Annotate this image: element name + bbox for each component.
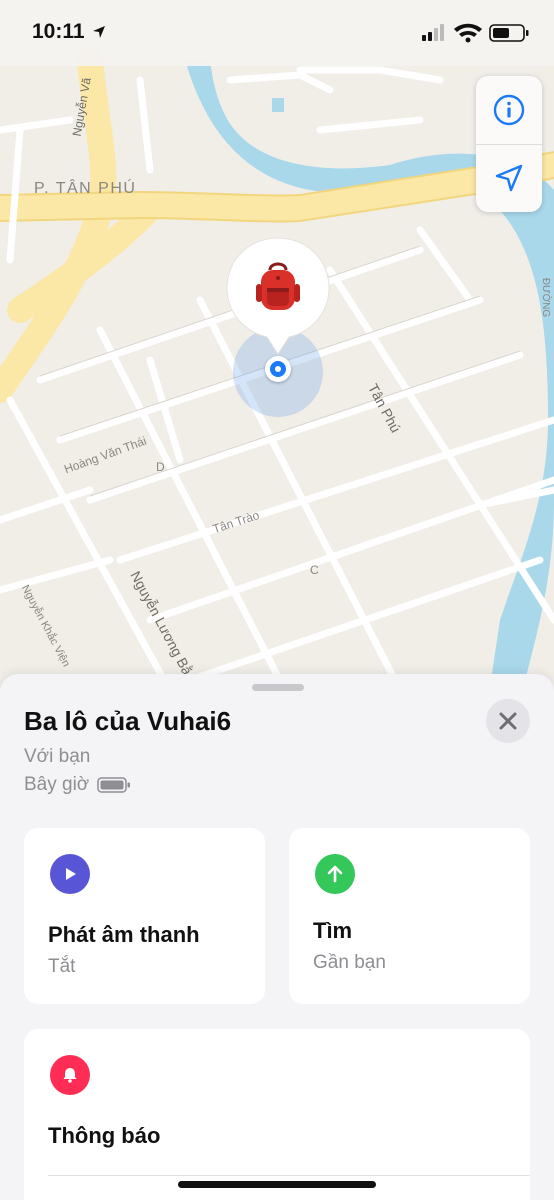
map-view[interactable]: P. TÂN PHÚ Tân Phú Hoàng Văn Thái Tân Tr…: [0, 0, 554, 700]
wifi-icon: [454, 23, 482, 43]
bell-icon: [50, 1055, 90, 1095]
pond: [272, 98, 284, 112]
status-time: 10:11: [32, 20, 85, 43]
updated-text: Bây giờ: [24, 774, 90, 795]
sheet-grabber[interactable]: [252, 684, 304, 691]
arrow-up-icon: [315, 854, 355, 894]
item-updated: Bây giờ: [24, 774, 131, 796]
info-button[interactable]: [476, 76, 542, 144]
home-indicator[interactable]: [178, 1181, 376, 1188]
map-controls: [476, 76, 542, 212]
item-name: Ba lô của Vuhai6: [24, 706, 232, 736]
location-arrow-icon: [93, 26, 105, 38]
play-sound-title: Phát âm thanh: [48, 922, 200, 947]
play-sound-card[interactable]: Phát âm thanh Tắt: [24, 828, 265, 1004]
status-indicators: [422, 23, 529, 43]
street-label-duong: ĐƯỜNG: [540, 277, 552, 318]
backpack-icon: [256, 262, 300, 310]
close-button[interactable]: [486, 699, 530, 743]
item-battery-icon: [97, 777, 131, 793]
signal-icon: [422, 24, 444, 41]
divider: [48, 1175, 530, 1176]
item-detail-sheet: Ba lô của Vuhai6 Với bạn Bây giờ Phát âm…: [0, 674, 554, 1200]
play-sound-subtitle: Tắt: [48, 956, 76, 977]
status-icons: [422, 22, 532, 49]
district-label: P. TÂN PHÚ: [34, 180, 137, 197]
notifications-title: Thông báo: [48, 1123, 161, 1148]
notifications-card[interactable]: Thông báo: [24, 1029, 530, 1200]
find-title: Tìm: [313, 918, 353, 943]
item-status: Với bạn: [24, 746, 91, 767]
find-card[interactable]: Tìm Gần bạn: [289, 828, 530, 1004]
street-label-d: D: [156, 460, 165, 474]
battery-icon: [489, 24, 529, 42]
locate-me-button[interactable]: [476, 144, 542, 212]
close-icon: [499, 712, 517, 730]
street-label-c: C: [310, 563, 319, 577]
play-icon: [50, 854, 90, 894]
item-pin[interactable]: [225, 236, 331, 368]
info-icon: [493, 94, 525, 126]
find-subtitle: Gần bạn: [313, 952, 386, 973]
status-bar: 10:11: [0, 0, 554, 66]
location-arrow-outline-icon: [495, 164, 523, 192]
